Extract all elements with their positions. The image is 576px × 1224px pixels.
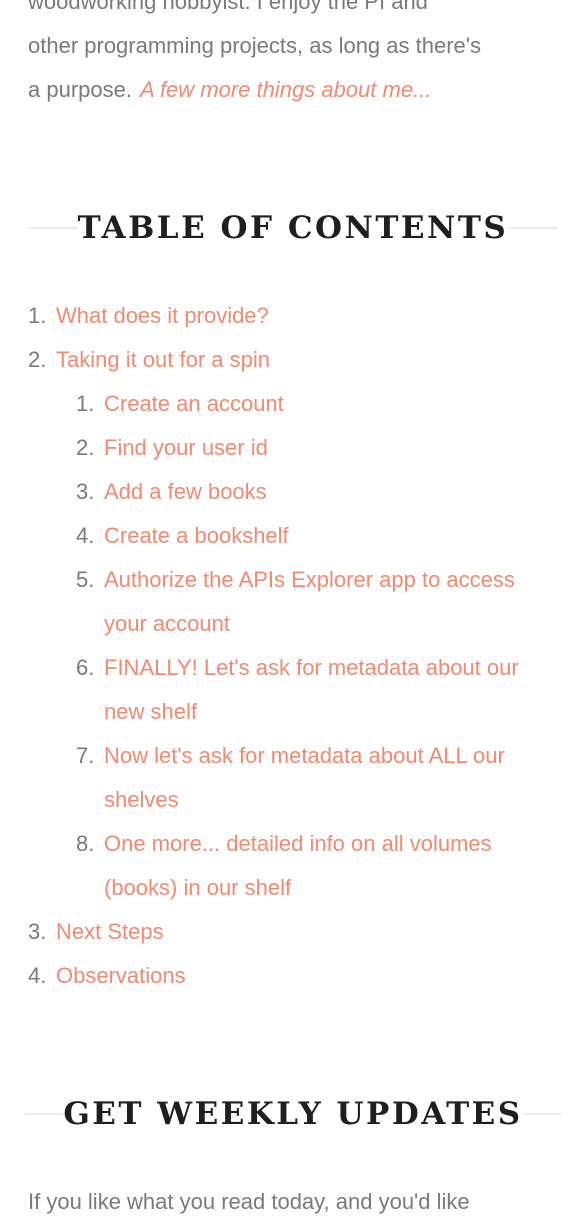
divider-left (27, 227, 78, 229)
updates-title: GET WEEKLY UPDATES (63, 1096, 523, 1132)
toc-subitem-number: 1. (76, 391, 95, 416)
toc-link-metadata-new-shelf[interactable]: FINALLY! Let's ask for metadata about ou… (104, 646, 558, 734)
toc-link-authorize-apis-explorer[interactable]: Authorize the APIs Explorer app to acces… (104, 558, 558, 646)
toc-subitem-number: 3. (76, 479, 95, 504)
toc-item-number: 3. (28, 919, 47, 944)
toc-subitem-number: 7. (76, 743, 95, 768)
toc-subitem-number: 4. (76, 523, 95, 548)
bio-line-2: other programming projects, as long as t… (28, 33, 481, 58)
divider-right (508, 227, 559, 229)
toc-subitem: 5. Authorize the APIs Explorer app to ac… (28, 558, 558, 646)
updates-heading: GET WEEKLY UPDATES (25, 1094, 561, 1134)
toc-link-next-steps[interactable]: Next Steps (56, 910, 558, 954)
toc-subitem: 7. Now let's ask for metadata about ALL … (28, 734, 558, 822)
bio-line-1: woodworking hobbyist. I enjoy the PI and (28, 0, 428, 14)
updates-text: If you like what you read today, and you… (28, 1189, 470, 1214)
toc-link-create-account[interactable]: Create an account (104, 382, 558, 426)
toc-subitem: 4. Create a bookshelf (28, 514, 558, 558)
toc-link-metadata-all-shelves[interactable]: Now let's ask for metadata about ALL our… (104, 734, 558, 822)
toc-item-number: 1. (28, 303, 47, 328)
toc-subitem: 6. FINALLY! Let's ask for metadata about… (28, 646, 558, 734)
divider-right (522, 1113, 561, 1115)
toc-item: 2. Taking it out for a spin (28, 338, 558, 382)
toc-link-find-user-id[interactable]: Find your user id (104, 426, 558, 470)
bio-line-3: a purpose. (28, 77, 132, 102)
toc-item-number: 4. (28, 963, 47, 988)
divider-left (25, 1113, 64, 1115)
toc-item: 3. Next Steps (28, 910, 558, 954)
toc-item-number: 2. (28, 347, 47, 372)
toc-item: 1. What does it provide? (28, 294, 558, 338)
toc-subitem-number: 6. (76, 655, 95, 680)
table-of-contents: 1. What does it provide? 2. Taking it ou… (28, 294, 558, 998)
toc-subitem-number: 2. (76, 435, 95, 460)
toc-link-create-bookshelf[interactable]: Create a bookshelf (104, 514, 558, 558)
toc-subitem: 1. Create an account (28, 382, 558, 426)
toc-heading: TABLE OF CONTENTS (27, 208, 559, 248)
toc-link-add-books[interactable]: Add a few books (104, 470, 558, 514)
author-bio: woodworking hobbyist. I enjoy the PI and… (28, 0, 558, 112)
toc-subitem: 8. One more... detailed info on all volu… (28, 822, 558, 910)
toc-subitem-number: 5. (76, 567, 95, 592)
toc-title: TABLE OF CONTENTS (77, 210, 509, 246)
toc-subitem: 2. Find your user id (28, 426, 558, 470)
toc-item: 4. Observations (28, 954, 558, 998)
about-me-link[interactable]: A few more things about me... (140, 77, 431, 102)
toc-link-taking-it-out-for-a-spin[interactable]: Taking it out for a spin (56, 338, 558, 382)
toc-subitem: 3. Add a few books (28, 470, 558, 514)
toc-link-observations[interactable]: Observations (56, 954, 558, 998)
toc-link-what-does-it-provide[interactable]: What does it provide? (56, 294, 558, 338)
toc-link-detailed-volumes-info[interactable]: One more... detailed info on all volumes… (104, 822, 558, 910)
toc-subitem-number: 8. (76, 831, 95, 856)
